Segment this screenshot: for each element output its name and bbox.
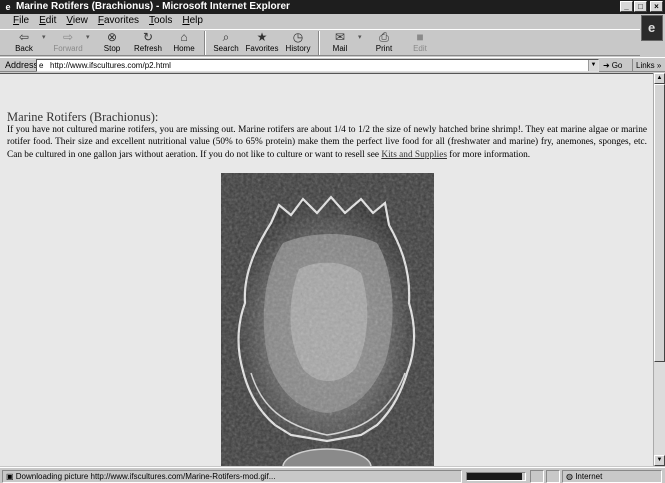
chevron-right-icon: »: [656, 61, 662, 70]
scroll-down-button[interactable]: ▼: [654, 455, 665, 466]
refresh-icon: ↻: [142, 30, 154, 44]
mail-icon: ✉: [334, 30, 346, 44]
status-pane-blank: [530, 470, 544, 483]
home-icon: ⌂: [180, 30, 188, 44]
menu-help[interactable]: Help: [177, 14, 208, 28]
toolbar-separator: [318, 31, 320, 55]
stop-icon: ⊗: [106, 30, 118, 44]
status-text: Downloading picture http://www.ifscultur…: [15, 472, 276, 481]
page-heading: Marine Rotifers (Brachionus):: [7, 110, 159, 124]
search-label: Search: [213, 44, 239, 53]
page-icon: e: [39, 61, 44, 70]
menu-tools[interactable]: Tools: [144, 14, 177, 28]
mail-button[interactable]: ✉ Mail: [322, 30, 358, 56]
links-label: Links: [636, 61, 655, 70]
refresh-label: Refresh: [133, 44, 162, 53]
address-label: Address: [5, 60, 39, 70]
zone-pane: ◍ Internet: [562, 470, 662, 483]
refresh-button[interactable]: ↻ Refresh: [130, 30, 166, 56]
address-input[interactable]: [50, 60, 580, 71]
toolbar: ⇦ Back ▾ ⇨ Forward ▾ ⊗ Stop ↻ Refresh ⌂ …: [0, 29, 640, 56]
menu-edit[interactable]: Edit: [34, 14, 61, 28]
close-button[interactable]: ×: [650, 1, 663, 12]
back-dropdown-icon[interactable]: ▾: [42, 30, 50, 55]
forward-arrow-icon: ⇨: [62, 30, 74, 44]
search-icon: ⌕: [222, 30, 230, 44]
history-button[interactable]: ◷ History: [280, 30, 316, 56]
print-label: Print: [375, 44, 393, 53]
edit-button[interactable]: ■ Edit: [402, 30, 438, 56]
ie-throbber-logo: [641, 15, 663, 41]
edit-label: Edit: [413, 44, 427, 53]
back-label: Back: [15, 44, 33, 53]
zone-label: Internet: [575, 472, 603, 481]
home-button[interactable]: ⌂ Home: [166, 30, 202, 56]
ie-icon: e: [5, 2, 11, 12]
back-button[interactable]: ⇦ Back: [6, 30, 42, 56]
progress-fill: [467, 473, 523, 480]
menu-favorites[interactable]: Favorites: [93, 14, 144, 28]
page-content: Marine Rotifers (Brachionus): If you hav…: [0, 73, 653, 466]
mail-dropdown-icon[interactable]: ▾: [358, 30, 366, 55]
page-body: If you have not cultured marine rotifers…: [7, 124, 647, 161]
menu-view[interactable]: View: [61, 14, 93, 28]
go-button[interactable]: ➜ Go: [603, 59, 622, 72]
search-button[interactable]: ⌕ Search: [208, 30, 244, 56]
edit-icon: ■: [416, 30, 424, 44]
home-label: Home: [173, 44, 195, 53]
stop-button[interactable]: ⊗ Stop: [94, 30, 130, 56]
rotifer-illustration: [221, 173, 434, 466]
print-button[interactable]: ⎙ Print: [366, 30, 402, 56]
globe-icon: ◍: [566, 472, 576, 481]
address-bar: Address e ▼ ➜ Go Links »: [0, 57, 665, 72]
menu-file[interactable]: File: [8, 14, 34, 28]
window-title: Marine Rotifers (Brachionus) - Microsoft…: [16, 1, 290, 12]
go-label: Go: [611, 61, 623, 70]
window-controls: _ □ ×: [620, 1, 663, 12]
favorites-button[interactable]: ★ Favorites: [244, 30, 280, 56]
address-box: e ▼: [36, 59, 599, 72]
menu-bar: File Edit View Favorites Tools Help: [0, 14, 640, 28]
mail-label: Mail: [332, 44, 348, 53]
status-bar: ▣ Downloading picture http://www.ifscult…: [0, 467, 665, 483]
favorites-icon: ★: [256, 30, 268, 44]
body-text: If you have not cultured marine rotifers…: [7, 125, 647, 160]
status-page-icon: ▣: [6, 472, 16, 481]
status-text-pane: ▣ Downloading picture http://www.ifscult…: [2, 470, 462, 483]
forward-dropdown-icon[interactable]: ▾: [86, 30, 94, 55]
status-pane-blank: [546, 470, 560, 483]
forward-label: Forward: [53, 44, 83, 53]
address-dropdown-button[interactable]: ▼: [588, 60, 598, 71]
print-icon: ⎙: [379, 30, 389, 44]
kits-and-supplies-link[interactable]: Kits and Supplies: [381, 150, 447, 160]
body-end-text: for more information.: [446, 149, 531, 160]
links-button[interactable]: Links »: [632, 59, 661, 72]
back-arrow-icon: ⇦: [18, 30, 30, 44]
title-bar: e Marine Rotifers (Brachionus) - Microso…: [0, 0, 665, 14]
stop-label: Stop: [103, 44, 121, 53]
toolbar-separator: [204, 31, 206, 55]
progress-bar: [466, 472, 526, 481]
scroll-up-button[interactable]: ▲: [654, 73, 665, 84]
go-arrow-icon: ➜: [603, 61, 610, 70]
scroll-thumb[interactable]: [654, 84, 665, 362]
forward-button[interactable]: ⇨ Forward: [50, 30, 86, 56]
favorites-label: Favorites: [245, 44, 279, 53]
minimize-button[interactable]: _: [620, 1, 633, 12]
rotifer-photo: [221, 173, 434, 466]
maximize-button[interactable]: □: [634, 1, 647, 12]
vertical-scrollbar[interactable]: ▲ ▼: [653, 73, 665, 466]
history-label: History: [285, 44, 311, 53]
history-icon: ◷: [292, 30, 304, 44]
